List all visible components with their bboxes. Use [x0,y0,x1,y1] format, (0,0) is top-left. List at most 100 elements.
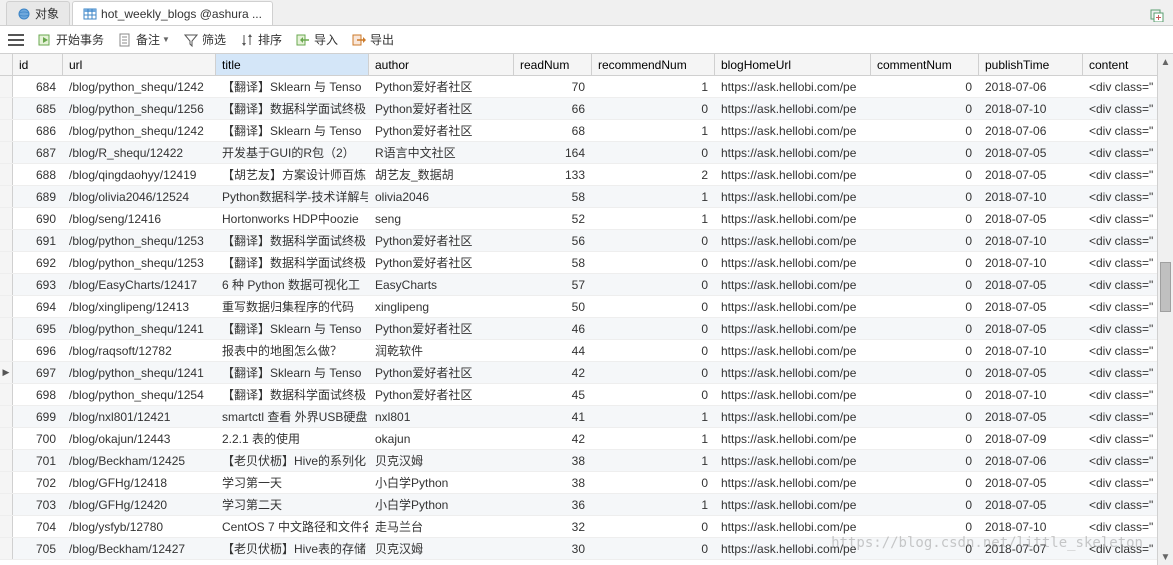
cell-content[interactable]: <div class=" [1083,274,1158,295]
cell-bloghomeurl[interactable]: https://ask.hellobi.com/pe [715,120,871,141]
cell-publishtime[interactable]: 2018-07-06 [979,76,1083,97]
cell-readnum[interactable]: 44 [514,340,592,361]
cell-recommendnum[interactable]: 1 [592,428,715,449]
cell-commentnum[interactable]: 0 [871,472,979,493]
cell-recommendnum[interactable]: 0 [592,296,715,317]
column-header-recommendnum[interactable]: recommendNum [592,54,715,75]
cell-url[interactable]: /blog/okajun/12443 [63,428,216,449]
cell-title[interactable]: 开发基于GUI的R包（2） [216,142,369,163]
table-row[interactable]: 688/blog/qingdaohyy/12419【胡艺友】方案设计师百炼胡艺友… [0,164,1173,186]
cell-readnum[interactable]: 70 [514,76,592,97]
cell-bloghomeurl[interactable]: https://ask.hellobi.com/pe [715,318,871,339]
cell-commentnum[interactable]: 0 [871,494,979,515]
cell-publishtime[interactable]: 2018-07-07 [979,538,1083,559]
cell-content[interactable]: <div class=" [1083,516,1158,537]
cell-id[interactable]: 695 [13,318,63,339]
cell-bloghomeurl[interactable]: https://ask.hellobi.com/pe [715,450,871,471]
table-row[interactable]: 704/blog/ysfyb/12780CentOS 7 中文路径和文件名走马兰… [0,516,1173,538]
scroll-up-button[interactable]: ▲ [1158,54,1173,70]
cell-title[interactable]: smartctl 查看 外界USB硬盘 [216,406,369,427]
cell-content[interactable]: <div class=" [1083,406,1158,427]
cell-publishtime[interactable]: 2018-07-10 [979,98,1083,119]
cell-commentnum[interactable]: 0 [871,230,979,251]
cell-recommendnum[interactable]: 0 [592,252,715,273]
cell-id[interactable]: 701 [13,450,63,471]
cell-publishtime[interactable]: 2018-07-10 [979,230,1083,251]
table-row[interactable]: 705/blog/Beckham/12427【老贝伏枥】Hive表的存储贝克汉姆… [0,538,1173,560]
column-header-author[interactable]: author [369,54,514,75]
cell-author[interactable]: Python爱好者社区 [369,230,514,251]
cell-url[interactable]: /blog/qingdaohyy/12419 [63,164,216,185]
cell-publishtime[interactable]: 2018-07-05 [979,164,1083,185]
cell-publishtime[interactable]: 2018-07-10 [979,186,1083,207]
row-gutter[interactable] [0,296,13,317]
cell-url[interactable]: /blog/xinglipeng/12413 [63,296,216,317]
table-row[interactable]: 701/blog/Beckham/12425【老贝伏枥】Hive的系列化贝克汉姆… [0,450,1173,472]
cell-publishtime[interactable]: 2018-07-05 [979,318,1083,339]
cell-bloghomeurl[interactable]: https://ask.hellobi.com/pe [715,494,871,515]
cell-id[interactable]: 697 [13,362,63,383]
row-gutter[interactable] [0,318,13,339]
row-gutter[interactable] [0,208,13,229]
cell-title[interactable]: 报表中的地图怎么做？ [216,340,369,361]
cell-title[interactable]: 【翻译】Sklearn 与 Tenso [216,120,369,141]
table-row[interactable]: 699/blog/nxl801/12421smartctl 查看 外界USB硬盘… [0,406,1173,428]
cell-bloghomeurl[interactable]: https://ask.hellobi.com/pe [715,252,871,273]
table-row[interactable]: 687/blog/R_shequ/12422开发基于GUI的R包（2）R语言中文… [0,142,1173,164]
cell-bloghomeurl[interactable]: https://ask.hellobi.com/pe [715,362,871,383]
cell-content[interactable]: <div class=" [1083,362,1158,383]
cell-author[interactable]: Python爱好者社区 [369,318,514,339]
cell-url[interactable]: /blog/Beckham/12427 [63,538,216,559]
cell-bloghomeurl[interactable]: https://ask.hellobi.com/pe [715,230,871,251]
cell-author[interactable]: 小白学Python [369,494,514,515]
cell-content[interactable]: <div class=" [1083,252,1158,273]
memo-button[interactable]: 备注 ▼ [118,31,170,48]
cell-recommendnum[interactable]: 2 [592,164,715,185]
cell-recommendnum[interactable]: 0 [592,362,715,383]
cell-title[interactable]: CentOS 7 中文路径和文件名 [216,516,369,537]
cell-readnum[interactable]: 52 [514,208,592,229]
cell-publishtime[interactable]: 2018-07-05 [979,362,1083,383]
cell-author[interactable]: 胡艺友_数据胡 [369,164,514,185]
cell-publishtime[interactable]: 2018-07-05 [979,142,1083,163]
row-gutter[interactable] [0,164,13,185]
cell-title[interactable]: 6 种 Python 数据可视化工 [216,274,369,295]
cell-recommendnum[interactable]: 0 [592,230,715,251]
cell-author[interactable]: Python爱好者社区 [369,384,514,405]
cell-commentnum[interactable]: 0 [871,384,979,405]
cell-url[interactable]: /blog/R_shequ/12422 [63,142,216,163]
cell-title[interactable]: 【翻译】Sklearn 与 Tenso [216,318,369,339]
cell-id[interactable]: 691 [13,230,63,251]
table-row[interactable]: 693/blog/EasyCharts/124176 种 Python 数据可视… [0,274,1173,296]
row-gutter[interactable] [0,538,13,559]
cell-bloghomeurl[interactable]: https://ask.hellobi.com/pe [715,98,871,119]
row-gutter[interactable] [0,494,13,515]
cell-readnum[interactable]: 42 [514,428,592,449]
cell-id[interactable]: 690 [13,208,63,229]
cell-recommendnum[interactable]: 0 [592,472,715,493]
cell-id[interactable]: 703 [13,494,63,515]
cell-title[interactable]: 【老贝伏枥】Hive的系列化 [216,450,369,471]
cell-readnum[interactable]: 57 [514,274,592,295]
cell-readnum[interactable]: 32 [514,516,592,537]
cell-readnum[interactable]: 133 [514,164,592,185]
row-gutter-header[interactable] [0,54,13,75]
cell-recommendnum[interactable]: 0 [592,98,715,119]
cell-readnum[interactable]: 58 [514,186,592,207]
new-tab-button[interactable] [1147,5,1167,25]
cell-url[interactable]: /blog/python_shequ/1241 [63,318,216,339]
cell-readnum[interactable]: 45 [514,384,592,405]
cell-title[interactable]: 学习第一天 [216,472,369,493]
cell-commentnum[interactable]: 0 [871,340,979,361]
cell-readnum[interactable]: 38 [514,472,592,493]
cell-publishtime[interactable]: 2018-07-05 [979,406,1083,427]
cell-commentnum[interactable]: 0 [871,98,979,119]
cell-author[interactable]: Python爱好者社区 [369,98,514,119]
cell-publishtime[interactable]: 2018-07-10 [979,340,1083,361]
cell-url[interactable]: /blog/python_shequ/1242 [63,120,216,141]
cell-readnum[interactable]: 36 [514,494,592,515]
cell-commentnum[interactable]: 0 [871,406,979,427]
cell-id[interactable]: 689 [13,186,63,207]
sort-button[interactable]: 排序 [240,31,282,48]
cell-author[interactable]: seng [369,208,514,229]
